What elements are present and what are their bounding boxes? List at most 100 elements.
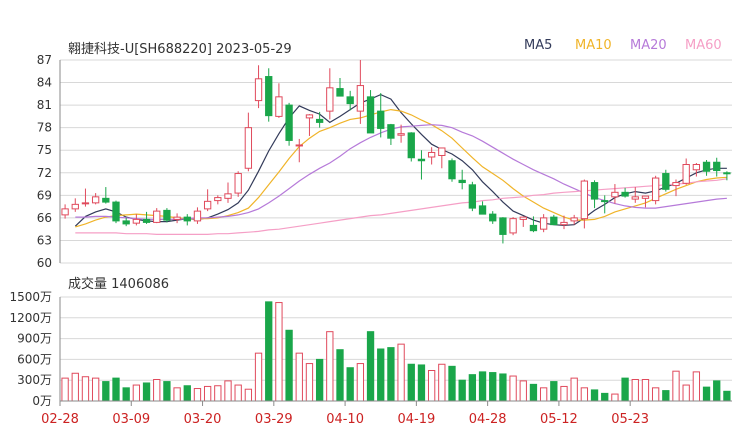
kline-chart-panel: 翱捷科技-U[SH688220] 2023-05-29 MA5 MA10 MA2… (0, 0, 740, 440)
volume-y-axis-labels: 1500万 1200万 900万 600万 300万 0万 (9, 290, 52, 408)
volume-bar (234, 384, 242, 402)
volume-bar (672, 370, 680, 402)
candle-body (315, 118, 324, 123)
candle-body (601, 200, 609, 203)
volume-bar (702, 386, 711, 402)
volume-bar (326, 331, 334, 402)
volume-bar (427, 369, 436, 402)
candle-body (631, 196, 639, 200)
volume-bar (142, 382, 151, 402)
volume-bar (489, 372, 497, 402)
volume-tick-label: 1200万 (9, 311, 52, 325)
volume-bar (387, 347, 395, 402)
candle-body (468, 184, 477, 209)
candle-body (448, 160, 456, 180)
candle-body (193, 210, 202, 222)
volume-bar (112, 377, 120, 402)
volume-tick-label: 300万 (17, 373, 52, 387)
candle-body (570, 217, 578, 222)
volume-bar (244, 388, 253, 402)
candle-body (234, 173, 242, 194)
price-tick-label: 66 (37, 211, 52, 225)
volume-bar (295, 352, 303, 402)
volume-bar (641, 379, 650, 402)
candle-body (224, 193, 232, 199)
candle-body (356, 85, 365, 112)
volume-bar (254, 352, 263, 402)
candle-body (183, 216, 191, 222)
candle-body (366, 96, 375, 134)
volume-bar (590, 389, 599, 402)
candle-body (295, 144, 303, 147)
volume-bar (275, 302, 283, 402)
x-tick-label: 03-29 (255, 412, 293, 427)
volume-tick-label: 0万 (32, 394, 52, 408)
candle-body (61, 208, 69, 216)
candle-body (397, 133, 405, 136)
x-tick-label: 04-10 (326, 412, 364, 427)
volume-bar (346, 367, 354, 402)
volume-bar (193, 388, 202, 402)
volume-bar (71, 372, 79, 402)
price-gridlines (59, 59, 732, 264)
volume-bar (91, 377, 100, 402)
candle-body (203, 200, 212, 210)
candle-body (651, 177, 660, 202)
volume-bar (377, 348, 385, 402)
volume-bar (173, 387, 181, 402)
price-tick-label: 63 (37, 233, 52, 247)
candle-body (641, 195, 650, 199)
price-tick-label: 78 (37, 121, 52, 135)
x-tick-label: 03-20 (184, 412, 222, 427)
volume-bar (692, 371, 701, 402)
x-axis-date-labels: 02-28 03-09 03-20 03-29 04-10 04-19 04-28 05-12… (41, 400, 732, 427)
volume-bar (621, 377, 629, 402)
volume-gridlines (59, 296, 732, 402)
volume-bar (285, 329, 293, 402)
candle-body (723, 172, 731, 175)
candle-body (499, 217, 507, 235)
volume-bar (132, 384, 141, 402)
candle-body (81, 202, 90, 205)
x-tick-label: 04-19 (397, 412, 435, 427)
candle-body (529, 224, 538, 232)
chart-canvas: 87 84 81 78 75 72 69 66 63 60 1500万 1200万 900万 600万 3… (9, 53, 732, 427)
volume-bar (662, 390, 670, 402)
volume-bar (560, 385, 568, 402)
candle-body (611, 191, 619, 198)
candle-body (662, 173, 670, 190)
price-tick-label: 87 (37, 53, 52, 67)
volume-bar (651, 387, 660, 402)
volume-bar (539, 387, 548, 402)
volume-bar (315, 358, 324, 402)
volume-bar (224, 380, 232, 402)
volume-bar (682, 384, 690, 402)
x-tick-label: 04-28 (469, 412, 507, 427)
candle-body (244, 127, 253, 169)
price-tick-label: 60 (37, 256, 52, 270)
candle-body (713, 161, 721, 172)
candle-body (102, 197, 110, 203)
volume-bar (203, 385, 212, 402)
volume-bar (183, 385, 191, 402)
candle-body (122, 220, 130, 225)
candle-body (621, 191, 629, 197)
volume-bar (468, 374, 477, 402)
candle-body (550, 216, 558, 226)
candle-body (387, 124, 395, 139)
candle-body (71, 203, 79, 210)
volume-bar (713, 380, 721, 402)
x-tick-label: 02-28 (41, 412, 79, 427)
candle-body (682, 164, 690, 184)
price-tick-label: 72 (37, 166, 52, 180)
candle-body (346, 96, 354, 105)
candle-body (489, 213, 497, 222)
volume-bar (417, 364, 426, 402)
price-tick-label: 69 (37, 188, 52, 202)
candle-body (132, 218, 141, 224)
volume-bar (509, 375, 517, 402)
candle-body (519, 216, 527, 220)
volume-bar (122, 387, 130, 402)
price-tick-label: 75 (37, 143, 52, 157)
candle-body (153, 210, 161, 223)
